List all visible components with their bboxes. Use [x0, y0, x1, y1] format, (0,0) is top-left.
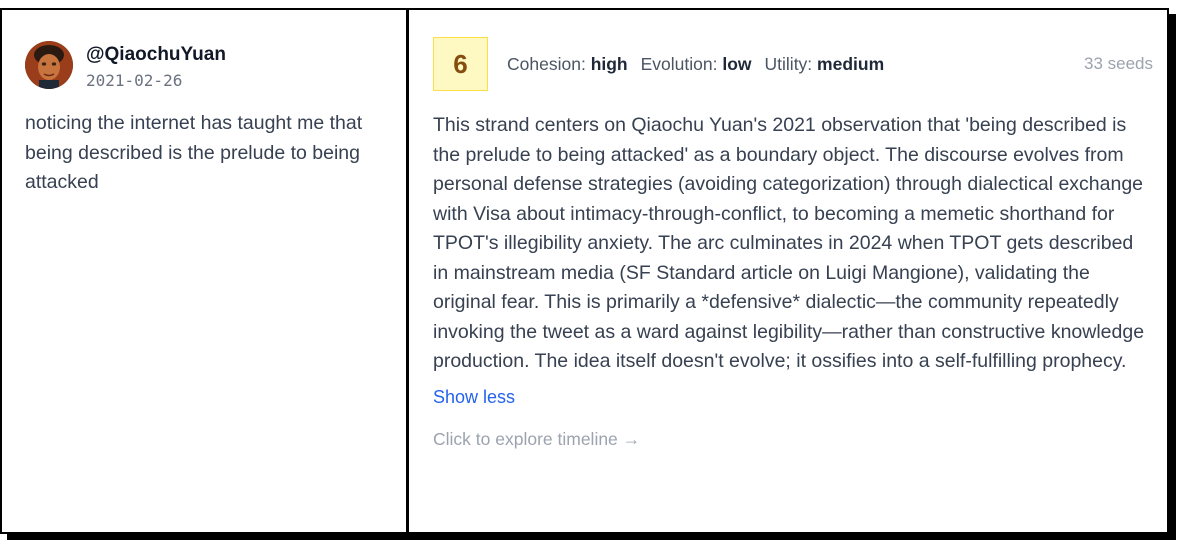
metric-cohesion-value: high — [590, 53, 628, 74]
tweet-text: noticing the internet has taught me that… — [25, 112, 363, 193]
tweet-date: 2021-02-26 — [86, 71, 183, 90]
tweet-author-row: @QiaochuYuan 2021-02-26 — [25, 41, 384, 91]
metric-utility-value: medium — [817, 53, 885, 74]
strand-metrics: Cohesion: high Evolution: low Utility: m… — [507, 54, 897, 75]
tweet-handle[interactable]: @QiaochuYuan — [86, 44, 226, 66]
avatar[interactable] — [25, 41, 73, 89]
show-less-link[interactable]: Show less — [433, 387, 515, 408]
strand-header: 6 Cohesion: high Evolution: low Utility:… — [433, 36, 1153, 92]
seed-count: 33 seeds — [1084, 54, 1153, 73]
tweet-author-meta: @QiaochuYuan 2021-02-26 — [86, 44, 226, 91]
metric-cohesion-label: Cohesion: — [507, 53, 586, 74]
metric-utility: Utility: medium — [765, 54, 885, 75]
strand-detail-panel: 6 Cohesion: high Evolution: low Utility:… — [409, 10, 1177, 532]
metric-evolution-value: low — [722, 53, 752, 74]
strand-card: @QiaochuYuan 2021-02-26 noticing the int… — [0, 8, 1169, 534]
metric-evolution-label: Evolution: — [640, 53, 718, 74]
explore-timeline-link[interactable]: Click to explore timeline → — [433, 429, 1153, 450]
metric-evolution: Evolution: low — [641, 54, 752, 75]
metric-utility-label: Utility: — [764, 53, 813, 74]
metric-cohesion: Cohesion: high — [507, 54, 628, 75]
avatar-portrait-icon — [25, 41, 73, 89]
strand-summary: This strand centers on Qiaochu Yuan's 20… — [433, 114, 1145, 372]
seed-tweet-panel: @QiaochuYuan 2021-02-26 noticing the int… — [2, 10, 409, 532]
score-badge: 6 — [433, 37, 488, 91]
